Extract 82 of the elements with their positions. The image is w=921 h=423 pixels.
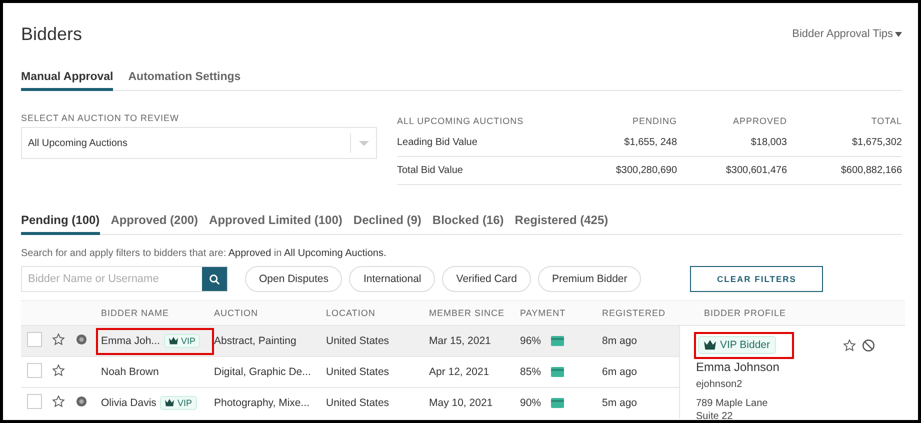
table-cell-text: United States	[326, 366, 390, 378]
bidder-name: Emma Joh...	[101, 335, 160, 347]
tab[interactable]: Approved Limited (100)	[209, 207, 342, 235]
card-icon	[551, 398, 564, 408]
column-header: BIDDER NAME	[101, 308, 170, 318]
table-cell: 96%	[520, 335, 542, 347]
column-header: AUCTION	[214, 308, 259, 318]
address-line: Suite 22	[696, 410, 734, 419]
table-cell-text: May 10, 2021	[429, 397, 494, 409]
card-icon	[551, 336, 564, 346]
table-cell: $300,280,690	[567, 157, 677, 185]
crown-icon	[168, 337, 178, 345]
table-cell-text: 8m ago	[602, 335, 638, 347]
tab[interactable]: Manual Approval	[21, 65, 114, 91]
column-header: MEMBER SINCE	[429, 308, 506, 318]
caret-icon	[895, 32, 902, 36]
block-icon[interactable]	[862, 338, 875, 352]
vip-badge: VIP	[164, 334, 200, 348]
table-cell-text: Mar 15, 2021	[429, 335, 492, 347]
tab[interactable]: Pending (100)	[21, 207, 100, 235]
tab[interactable]: Registered (425)	[514, 207, 608, 235]
column-header: APPROVED	[732, 115, 787, 128]
column-header: ALL UPCOMING AUCTIONS	[397, 115, 525, 128]
filter-chip[interactable]: Verified Card	[442, 266, 531, 292]
username: ejohnson2	[696, 378, 744, 391]
filter-hint: Search for and apply filters to bidders that are: Approved in All Upcoming Auctions.	[21, 248, 388, 259]
table-row[interactable]: Emma Joh... VIP Abstract, Painting United States Mar 15, 2021 96% 8m ago	[21, 325, 679, 356]
table-cell-text: Abstract, Painting	[214, 335, 298, 347]
star-icon[interactable]	[843, 338, 856, 352]
table-cell-text: Apr 12, 2021	[429, 366, 490, 378]
table-cell-text: United States	[326, 397, 390, 409]
search-button[interactable]	[202, 267, 227, 291]
vip-badge: VIP	[160, 396, 197, 410]
table-cell: $300,601,476	[677, 157, 787, 185]
table-cell: $1,675,302	[787, 129, 902, 157]
page-title: Bidders	[21, 24, 82, 44]
table-cell: $18,003	[677, 129, 787, 157]
column-header: TOTAL	[870, 115, 902, 128]
bidder-name: Noah Brown	[101, 366, 159, 378]
checkbox[interactable]	[27, 332, 42, 347]
column-header: PAYMENT	[520, 308, 567, 318]
star-icon[interactable]	[52, 395, 65, 408]
table-cell-text: Digital, Graphic De...	[214, 366, 312, 378]
tab[interactable]: Automation Settings	[128, 65, 241, 91]
select-label: SELECT AN AUCTION TO REVIEW	[21, 113, 180, 123]
column-header: PENDING	[631, 115, 677, 128]
address-line: 789 Maple Lane	[696, 396, 769, 410]
caret-icon	[358, 140, 368, 146]
checkbox[interactable]	[27, 394, 42, 409]
tab[interactable]: Approved (200)	[110, 207, 198, 235]
clear-filters-button[interactable]: CLEAR FILTERS	[690, 266, 824, 292]
tips-menu[interactable]: Bidder Approval Tips	[792, 28, 902, 40]
search-field[interactable]: Bidder Name or Username	[21, 266, 228, 292]
crown-icon	[704, 340, 716, 350]
column-header: LOCATION	[326, 308, 376, 318]
filter-chip[interactable]: International	[349, 266, 436, 292]
card-icon	[551, 367, 564, 377]
table-cell: Leading Bid Value	[397, 129, 567, 157]
table-cell: Total Bid Value	[397, 157, 567, 185]
filter-chip[interactable]: Open Disputes	[245, 266, 342, 292]
table-cell: $600,882,166	[787, 157, 902, 185]
column-header: REGISTERED	[602, 308, 667, 318]
tab[interactable]: Blocked (16)	[432, 207, 504, 235]
search-icon	[209, 274, 220, 284]
star-icon[interactable]	[52, 333, 65, 346]
filter-chip[interactable]: Premium Bidder	[538, 266, 642, 292]
tab[interactable]: Declined (9)	[353, 207, 422, 235]
checkbox[interactable]	[27, 363, 42, 378]
column-header: BIDDER PROFILE	[679, 300, 905, 325]
table-cell-text: 5m ago	[602, 397, 638, 409]
table-cell: 90%	[520, 397, 542, 409]
table-cell: 85%	[520, 366, 542, 378]
auction-select[interactable]: All Upcoming Auctions	[21, 127, 377, 159]
table-cell-text: United States	[326, 335, 390, 347]
star-icon[interactable]	[52, 364, 65, 377]
table-cell-text: 6m ago	[602, 366, 638, 378]
bidder-name: Emma Johnson	[696, 360, 780, 374]
bidder-name: Olivia Davis	[101, 397, 156, 409]
table-cell: $1,655, 248	[567, 129, 677, 157]
vip-badge: VIP Bidder	[698, 336, 776, 354]
crown-icon	[165, 399, 174, 407]
table-cell-text: Photography, Mixe...	[214, 397, 311, 409]
